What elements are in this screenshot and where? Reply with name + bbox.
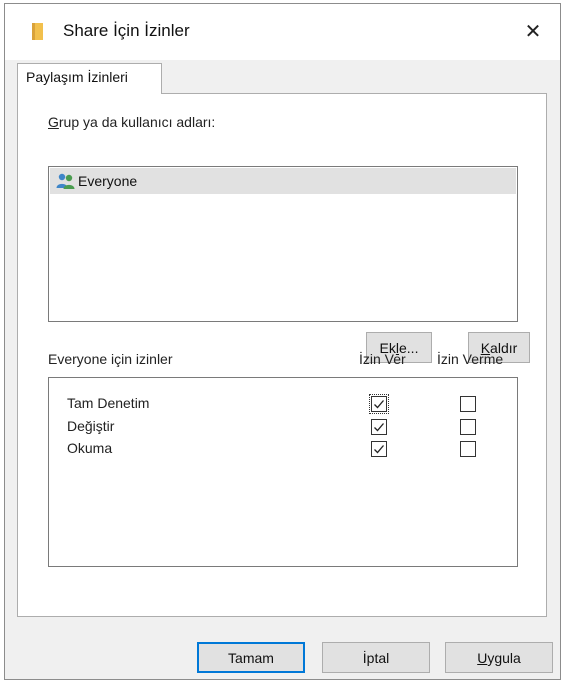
list-item-everyone[interactable]: Everyone [50, 168, 516, 194]
permission-row-read: Okuma [49, 440, 517, 460]
allow-checkbox[interactable] [369, 394, 389, 414]
permission-label: Değiştir [67, 418, 115, 434]
close-icon: ✕ [524, 20, 542, 43]
tab-panel: Grup ya da kullanıcı adları: Everyone Ek… [17, 93, 547, 617]
column-deny-header: İzin Verme [437, 351, 504, 367]
permission-label: Tam Denetim [67, 395, 150, 411]
permissions-list: Tam Denetim Değiştir Okuma [48, 377, 518, 567]
share-permissions-dialog: Share İçin İzinler ✕ Paylaşım İzinleri G… [4, 3, 561, 680]
user-name: Everyone [78, 173, 138, 189]
title-bar: Share İçin İzinler ✕ [5, 4, 560, 60]
deny-checkbox[interactable] [460, 441, 476, 457]
permission-label: Okuma [67, 440, 113, 456]
permission-row-modify: Değiştir [49, 418, 517, 438]
folder-icon [32, 23, 43, 40]
close-button[interactable]: ✕ [516, 14, 550, 48]
cancel-button[interactable]: İptal [322, 642, 430, 673]
group-users-label: Grup ya da kullanıcı adları: [48, 114, 216, 130]
allow-checkbox[interactable] [371, 419, 387, 435]
users-listbox[interactable]: Everyone [48, 166, 518, 322]
deny-checkbox[interactable] [460, 419, 476, 435]
allow-checkbox[interactable] [371, 441, 387, 457]
tab-share-permissions[interactable]: Paylaşım İzinleri [17, 63, 162, 94]
apply-button[interactable]: Uygula [445, 642, 553, 673]
permissions-header: Everyone için izinler [48, 351, 173, 367]
column-allow-header: İzin Ver [359, 351, 406, 367]
permission-row-full-control: Tam Denetim [49, 394, 517, 415]
ok-button[interactable]: Tamam [197, 642, 305, 673]
deny-checkbox[interactable] [460, 396, 476, 412]
dialog-body: Paylaşım İzinleri Grup ya da kullanıcı a… [5, 60, 560, 679]
window-title: Share İçin İzinler [63, 21, 190, 40]
users-icon [56, 173, 76, 189]
